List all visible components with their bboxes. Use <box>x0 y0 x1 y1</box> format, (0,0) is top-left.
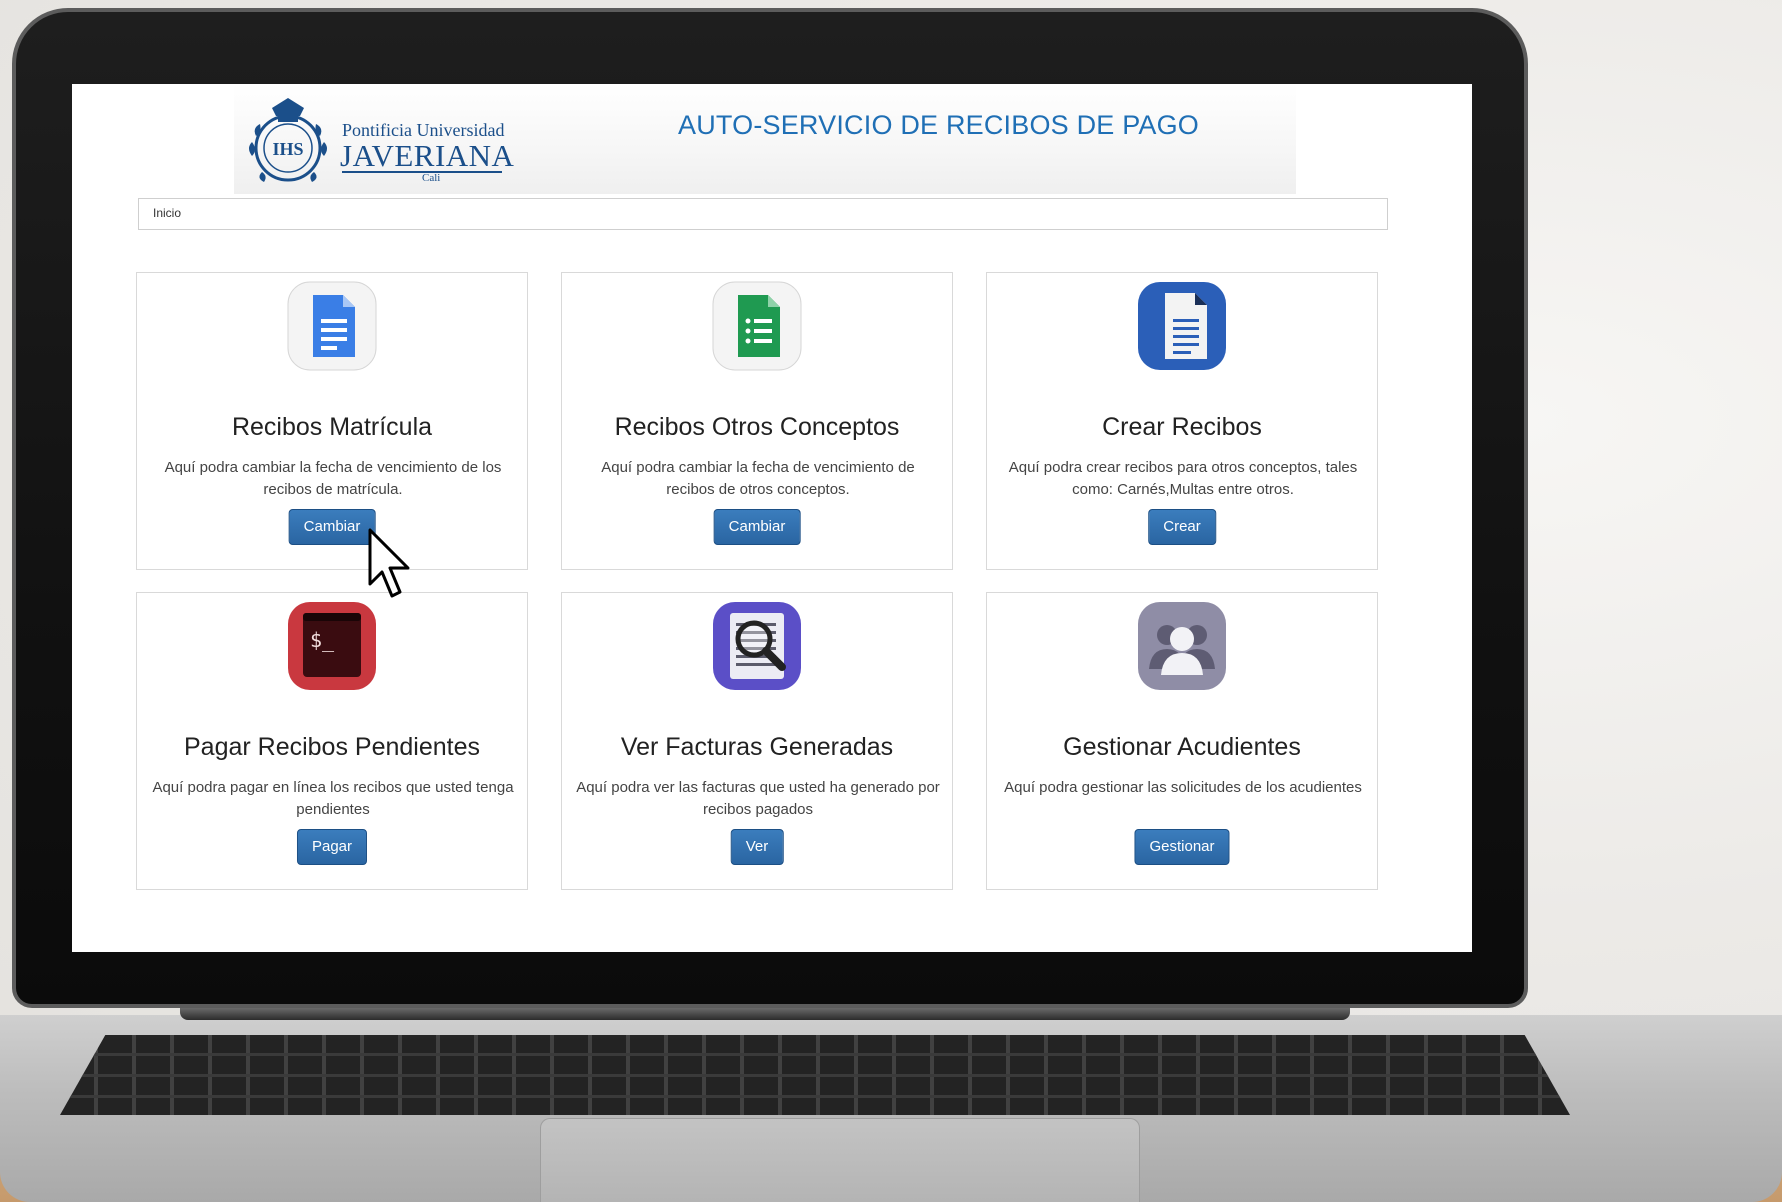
card-recibos-otros-conceptos: Recibos Otros Conceptos Aquí podra cambi… <box>561 272 953 570</box>
logo-text-line-3: Cali <box>422 172 441 184</box>
card-title: Crear Recibos <box>1102 413 1262 441</box>
card-title: Recibos Otros Conceptos <box>614 413 900 441</box>
document-icon <box>285 279 379 373</box>
page-title: AUTO-SERVICIO DE RECIBOS DE PAGO <box>678 110 1200 140</box>
card-description: Aquí podra crear recibos para otros conc… <box>1008 459 1358 498</box>
ver-button[interactable]: Ver <box>730 829 784 865</box>
crest-icon: IHS <box>249 98 327 182</box>
card-description: Aquí podra cambiar la fecha de vencimien… <box>601 459 915 498</box>
card-title: Pagar Recibos Pendientes <box>183 733 481 761</box>
svg-text:IHS: IHS <box>272 139 303 159</box>
card-title: Ver Facturas Generadas <box>620 733 894 761</box>
cambiar-matricula-button[interactable]: Cambiar <box>288 509 376 545</box>
crear-recibos-button[interactable]: Crear <box>1148 509 1216 545</box>
spreadsheet-list-icon <box>710 279 804 373</box>
card-pagar-recibos-pendientes: $_ Pagar Recibos Pendientes Aquí podra p… <box>136 592 528 890</box>
card-recibos-matricula: Recibos Matrícula Aquí podra cambiar la … <box>136 272 528 570</box>
card-title: Gestionar Acudientes <box>1063 733 1301 761</box>
pagar-button[interactable]: Pagar <box>296 829 368 865</box>
search-document-icon <box>710 599 804 693</box>
breadcrumb-item-inicio[interactable]: Inicio <box>153 206 181 220</box>
users-icon <box>1135 599 1229 693</box>
card-crear-recibos: Crear Recibos Aquí podra crear recibos p… <box>986 272 1378 570</box>
text-document-icon <box>1135 279 1229 373</box>
terminal-icon: $_ <box>285 599 379 693</box>
card-description: Aquí podra pagar en línea los recibos qu… <box>152 779 514 818</box>
card-ver-facturas-generadas: Ver Facturas Generadas Aquí podra ver la… <box>561 592 953 890</box>
laptop-trackpad <box>540 1118 1140 1202</box>
screen: IHS Pontificia Universidad JAVERIANA Cal… <box>72 84 1472 952</box>
card-title: Recibos Matrícula <box>231 413 433 441</box>
mouse-pointer-icon <box>368 528 410 598</box>
logo-text-line-2: JAVERIANA <box>340 138 515 173</box>
university-logo[interactable]: IHS Pontificia Universidad JAVERIANA Cal… <box>242 92 522 186</box>
gestionar-button[interactable]: Gestionar <box>1134 829 1230 865</box>
cambiar-otros-conceptos-button[interactable]: Cambiar <box>713 509 801 545</box>
laptop-keyboard-rows <box>60 1035 1570 1115</box>
laptop-hinge <box>180 1008 1350 1020</box>
card-gestionar-acudientes: Gestionar Acudientes Aquí podra gestiona… <box>986 592 1378 890</box>
card-description: Aquí podra gestionar las solicitudes de … <box>1004 779 1362 796</box>
card-description: Aquí podra ver las facturas que usted ha… <box>576 779 940 818</box>
breadcrumb: Inicio <box>138 198 1388 230</box>
svg-text:$_: $_ <box>310 628 335 652</box>
card-description: Aquí podra cambiar la fecha de vencimien… <box>164 459 502 498</box>
